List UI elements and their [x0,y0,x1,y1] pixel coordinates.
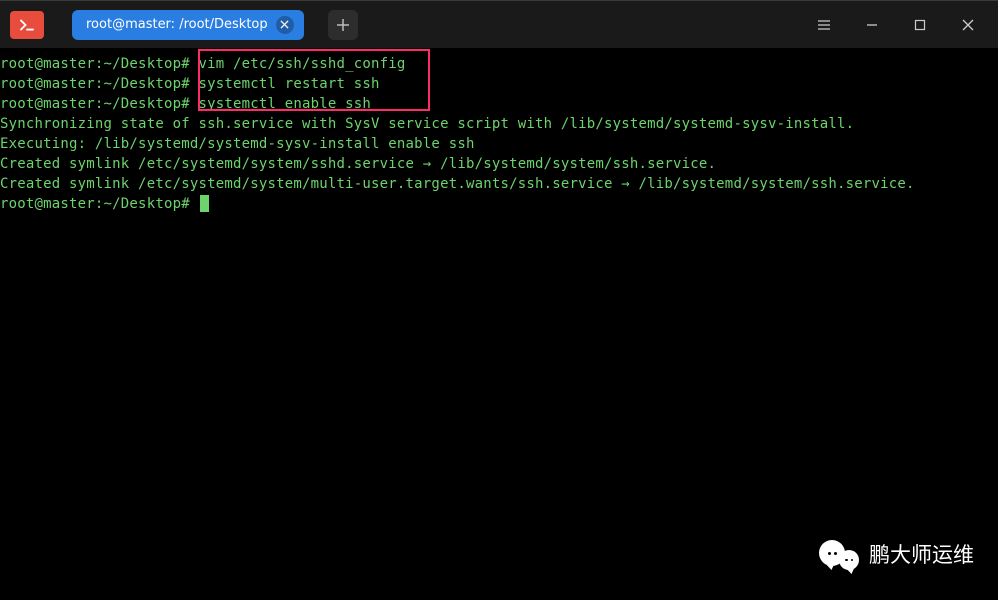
cursor [200,195,209,212]
tab-active[interactable]: root@master: /root/Desktop [72,10,304,40]
titlebar: root@master: /root/Desktop [0,0,998,48]
shell-prompt: root@master:~/Desktop# [0,56,198,72]
terminal-line: root@master:~/Desktop# [0,194,998,214]
shell-command: systemctl restart ssh [198,76,379,92]
minimize-button[interactable] [848,1,896,49]
terminal-app-icon [10,11,44,39]
terminal-line: Executing: /lib/systemd/systemd-sysv-ins… [0,134,998,154]
shell-output: Synchronizing state of ssh.service with … [0,116,854,132]
shell-prompt: root@master:~/Desktop# [0,196,198,212]
hamburger-menu-icon[interactable] [800,1,848,49]
terminal-output[interactable]: root@master:~/Desktop# vim /etc/ssh/sshd… [0,48,998,214]
terminal-line: root@master:~/Desktop# systemctl restart… [0,74,998,94]
terminal-line: root@master:~/Desktop# systemctl enable … [0,94,998,114]
watermark-text: 鹏大师运维 [869,539,974,569]
shell-command: systemctl enable ssh [198,96,371,112]
wechat-icon [819,536,859,572]
watermark: 鹏大师运维 [819,536,974,572]
shell-output: Created symlink /etc/systemd/system/mult… [0,176,915,192]
shell-prompt: root@master:~/Desktop# [0,76,198,92]
terminal-line: Synchronizing state of ssh.service with … [0,114,998,134]
window-controls [800,1,992,49]
shell-output: Created symlink /etc/systemd/system/sshd… [0,156,716,172]
tab-close-icon[interactable] [276,16,294,34]
maximize-button[interactable] [896,1,944,49]
shell-prompt: root@master:~/Desktop# [0,96,198,112]
close-button[interactable] [944,1,992,49]
terminal-line: Created symlink /etc/systemd/system/mult… [0,174,998,194]
tab-title: root@master: /root/Desktop [86,17,268,32]
shell-output: Executing: /lib/systemd/systemd-sysv-ins… [0,136,475,152]
terminal-line: Created symlink /etc/systemd/system/sshd… [0,154,998,174]
new-tab-button[interactable] [328,10,358,40]
terminal-line: root@master:~/Desktop# vim /etc/ssh/sshd… [0,54,998,74]
shell-command: vim /etc/ssh/sshd_config [198,56,405,72]
